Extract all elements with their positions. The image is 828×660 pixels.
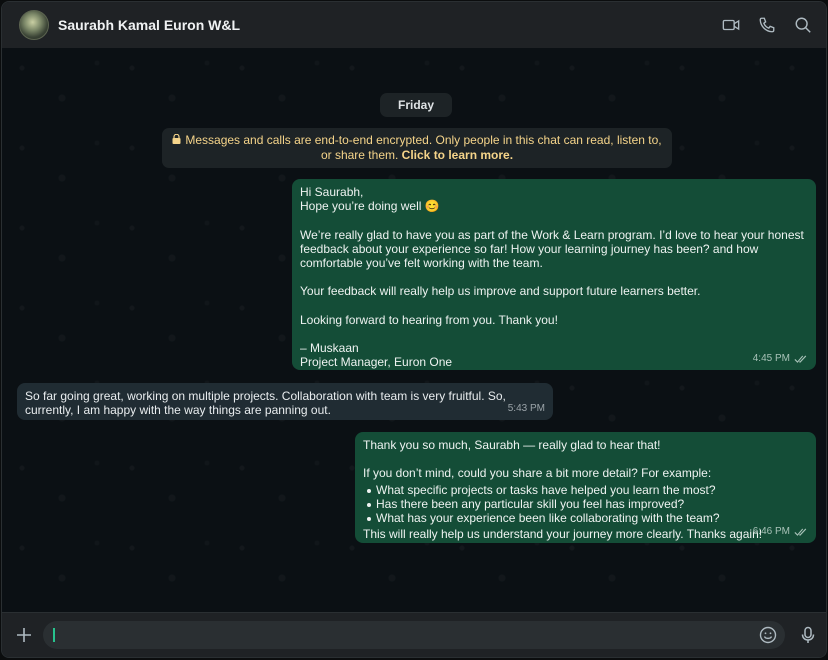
lock-icon: [172, 133, 181, 148]
composer: [2, 612, 826, 657]
message-time: 5:43 PM: [507, 402, 545, 414]
list-item: What specific projects or tasks have hel…: [367, 483, 808, 497]
chat-header: Saurabh Kamal Euron W&L: [2, 2, 826, 49]
message-meta: 4:45 PM: [753, 352, 808, 366]
message-meta: 5:43 PM: [508, 402, 545, 416]
chat-window: Saurabh Kamal Euron W&L Friday Messages …: [1, 1, 827, 658]
plus-icon[interactable]: [14, 625, 34, 645]
message-list[interactable]: Friday Messages and calls are end-to-end…: [2, 48, 826, 613]
message-input-wrapper[interactable]: [43, 621, 785, 649]
message-intro: Thank you so much, Saurabh — really glad…: [363, 438, 712, 481]
video-call-icon[interactable]: [722, 16, 740, 34]
message-text: Hi Saurabh, Hope you’re doing well 😊 We’…: [300, 185, 804, 370]
emoji-icon[interactable]: [759, 626, 777, 644]
search-icon[interactable]: [794, 16, 812, 34]
message-incoming[interactable]: So far going great, working on multiple …: [17, 383, 553, 420]
message-input[interactable]: [53, 626, 747, 644]
encryption-notice[interactable]: Messages and calls are end-to-end encryp…: [162, 128, 672, 168]
message-time: 4:45 PM: [752, 352, 790, 364]
message-text: So far going great, working on multiple …: [25, 389, 510, 418]
message-outgoing[interactable]: Hi Saurabh, Hope you’re doing well 😊 We’…: [292, 179, 816, 370]
list-item: Has there been any particular skill you …: [367, 497, 808, 511]
header-actions: [722, 2, 812, 48]
microphone-icon[interactable]: [799, 626, 817, 644]
message-meta: 6:46 PM: [753, 525, 808, 539]
voice-call-icon[interactable]: [758, 16, 776, 34]
message-outro: This will really help us understand your…: [363, 527, 763, 542]
date-divider: Friday: [380, 93, 452, 117]
list-item: What has your experience been like colla…: [367, 511, 808, 525]
text-caret: [53, 628, 55, 642]
bullet-list: What specific projects or tasks have hel…: [363, 483, 808, 526]
double-check-icon: [794, 354, 808, 364]
double-check-icon: [794, 527, 808, 537]
chat-title[interactable]: Saurabh Kamal Euron W&L: [58, 17, 240, 33]
message-time: 6:46 PM: [752, 525, 790, 537]
avatar[interactable]: [19, 10, 49, 40]
message-outgoing[interactable]: Thank you so much, Saurabh — really glad…: [355, 432, 816, 543]
learn-more-link[interactable]: Click to learn more.: [402, 148, 513, 162]
